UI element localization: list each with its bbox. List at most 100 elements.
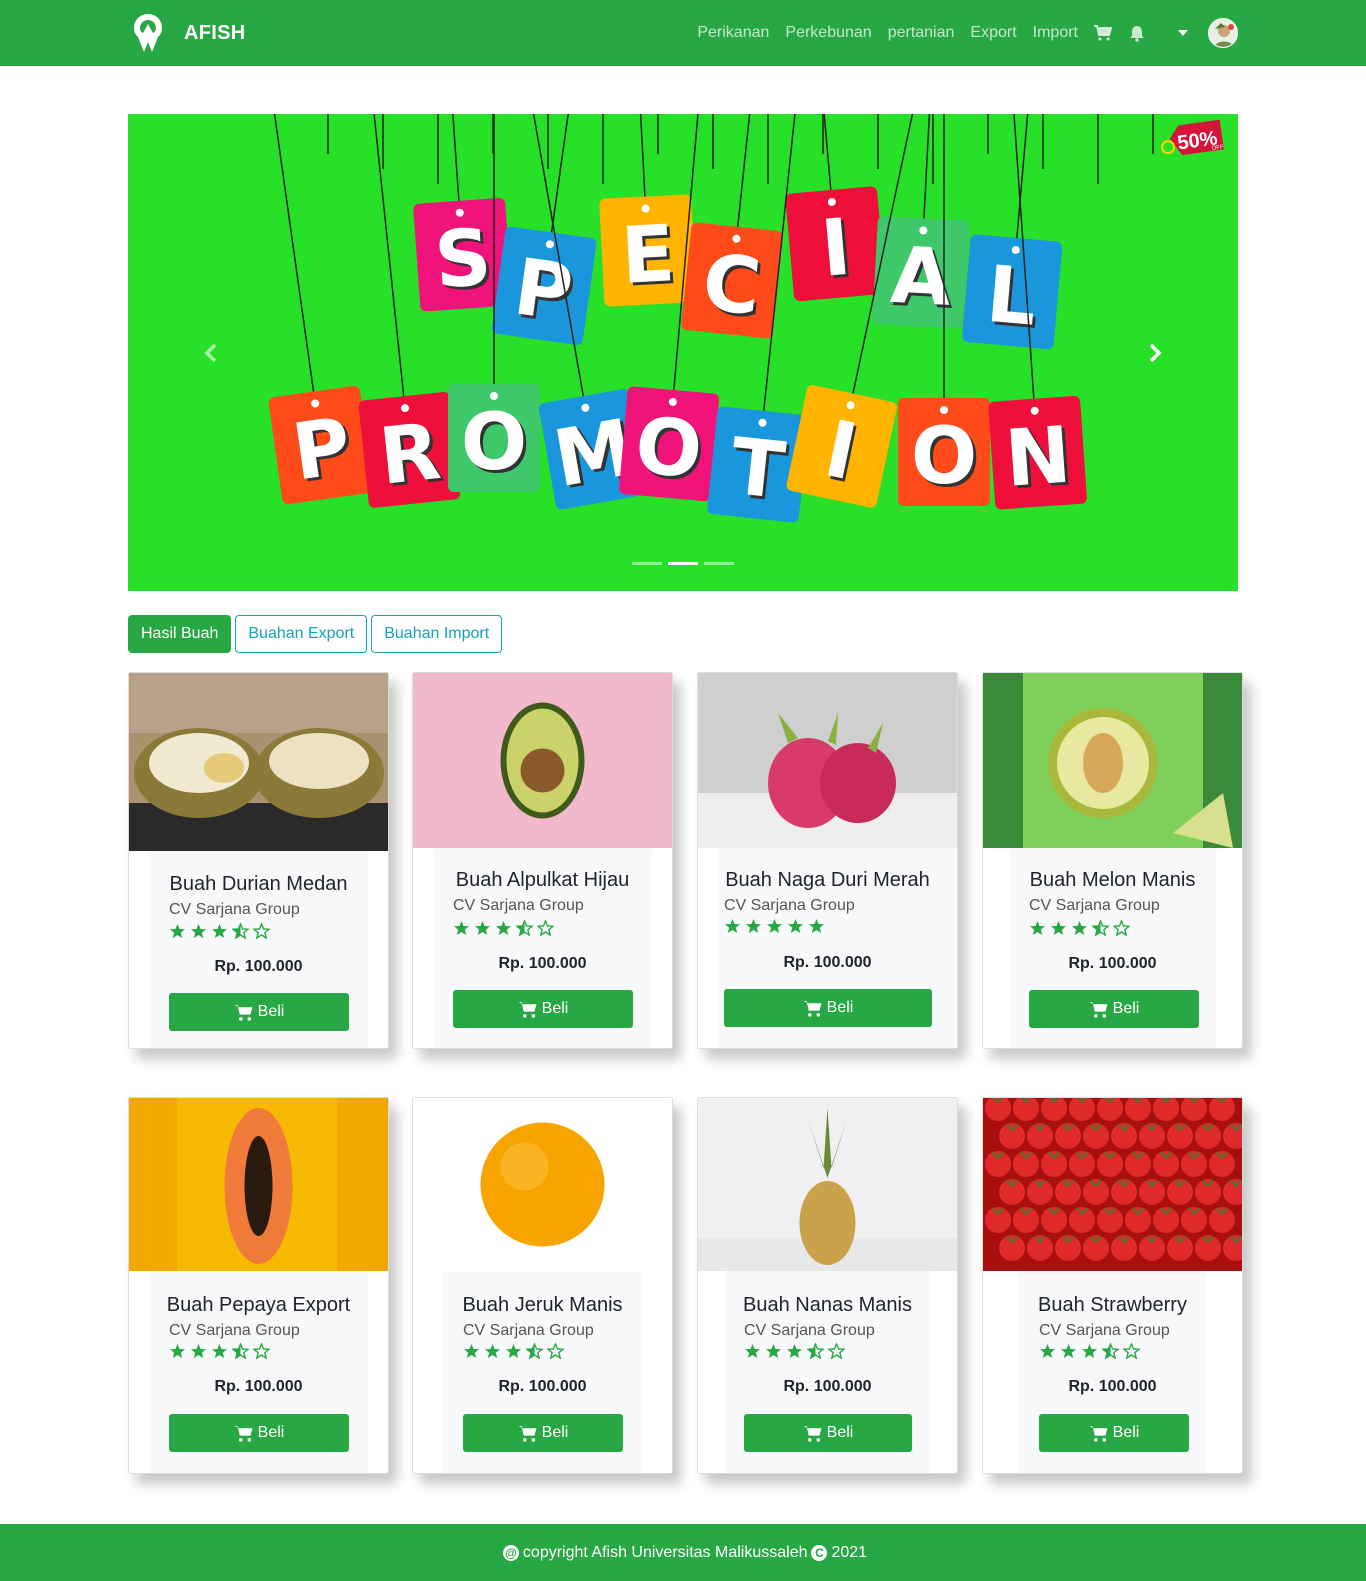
- svg-text:N: N: [1002, 410, 1073, 504]
- product-title: Buah Alpulkat Hijau: [455, 869, 630, 891]
- star-icon: [724, 918, 741, 939]
- svg-text:E: E: [619, 209, 677, 302]
- product-card: Buah Jeruk Manis CV Sarjana Group Rp. 100.…: [412, 1097, 673, 1474]
- brand[interactable]: AFISH: [132, 12, 246, 54]
- product-card: Buah Alpulkat Hijau CV Sarjana Group Rp. 1…: [412, 672, 673, 1049]
- product-seller: CV Sarjana Group: [1039, 1322, 1170, 1339]
- svg-text:C: C: [698, 238, 764, 333]
- product-image: [413, 1098, 672, 1271]
- nav-link-perikanan[interactable]: Perikanan: [697, 24, 769, 42]
- cart-icon: [1089, 1425, 1108, 1442]
- buy-button[interactable]: Beli: [1029, 990, 1199, 1028]
- buy-button[interactable]: Beli: [169, 1414, 349, 1452]
- svg-text:S: S: [432, 213, 494, 307]
- copyright-icon: C: [811, 1544, 828, 1561]
- product-price: Rp. 100.000: [1068, 955, 1157, 972]
- product-card: Buah Melon Manis CV Sarjana Group Rp. 100.…: [982, 672, 1243, 1049]
- star-icon: [190, 1343, 207, 1364]
- buy-button[interactable]: Beli: [744, 1414, 912, 1452]
- filter-hasil-buah-button[interactable]: Hasil Buah: [128, 615, 232, 653]
- cart-icon: [803, 1000, 822, 1017]
- carousel-indicator[interactable]: [704, 562, 734, 565]
- buy-button-label: Beli: [1112, 1424, 1140, 1441]
- star-icon: [536, 919, 555, 941]
- star-icon: [1112, 919, 1131, 941]
- buy-button[interactable]: Beli: [724, 989, 932, 1027]
- star-icon: [252, 922, 271, 944]
- star-icon: [1122, 1342, 1141, 1364]
- product-price: Rp. 100.000: [1068, 1378, 1157, 1395]
- product-title: Buah Melon Manis: [1029, 869, 1196, 891]
- cart-icon[interactable]: [1094, 24, 1112, 42]
- product-price: Rp. 100.000: [214, 958, 303, 975]
- star-icon: [806, 1342, 825, 1364]
- star-icon: [1029, 920, 1046, 941]
- buy-button-label: Beli: [1112, 1000, 1140, 1017]
- svg-text:O: O: [632, 401, 706, 496]
- avatar[interactable]: [1208, 18, 1238, 48]
- footer-year: 2021: [831, 1543, 868, 1561]
- star-icon: [766, 918, 783, 939]
- carousel-indicator[interactable]: [668, 562, 698, 565]
- product-image: [698, 673, 957, 848]
- caret-down-icon[interactable]: [1174, 24, 1192, 42]
- product-price: Rp. 100.000: [783, 1378, 872, 1395]
- buy-button-label: Beli: [826, 999, 854, 1016]
- filter-buahan-export-button[interactable]: Buahan Export: [235, 615, 368, 653]
- product-price: Rp. 100.000: [783, 954, 872, 971]
- star-icon: [231, 1342, 250, 1364]
- chevron-left-icon: [204, 343, 217, 362]
- star-icon: [786, 1343, 803, 1364]
- nav-link-export[interactable]: Export: [970, 24, 1016, 42]
- product-title: Buah Nanas Manis: [743, 1294, 912, 1316]
- star-icon: [1101, 1342, 1120, 1364]
- star-icon: [169, 1343, 186, 1364]
- star-icon: [505, 1343, 522, 1364]
- nav-link-import[interactable]: Import: [1033, 24, 1078, 42]
- product-rating: [744, 1342, 846, 1364]
- nav-link-pertanian[interactable]: pertanian: [888, 24, 955, 42]
- carousel-prev-button[interactable]: [128, 114, 294, 591]
- product-card: Buah Pepaya Export CV Sarjana Group Rp. 10…: [128, 1097, 389, 1474]
- star-icon: [765, 1343, 782, 1364]
- star-icon: [474, 920, 491, 941]
- buy-button-label: Beli: [541, 1000, 569, 1017]
- carousel-next-button[interactable]: [1072, 114, 1238, 591]
- product-card: Buah Durian Medan CV Sarjana Group Rp. 100…: [128, 672, 389, 1049]
- cart-icon: [234, 1425, 253, 1442]
- buy-button[interactable]: Beli: [169, 993, 349, 1031]
- buy-button[interactable]: Beli: [1039, 1414, 1189, 1452]
- carousel-indicator[interactable]: [632, 562, 662, 565]
- product-title: Buah Jeruk Manis: [462, 1294, 623, 1316]
- product-rating: [463, 1342, 565, 1364]
- star-icon: [787, 918, 804, 939]
- product-seller: CV Sarjana Group: [169, 1322, 300, 1339]
- star-icon: [1060, 1343, 1077, 1364]
- special-tag: SS: [413, 114, 512, 312]
- bell-icon[interactable]: [1128, 24, 1146, 42]
- buy-button[interactable]: Beli: [453, 990, 633, 1028]
- star-icon: [744, 1343, 761, 1364]
- product-seller: CV Sarjana Group: [724, 897, 855, 914]
- product-image: [983, 1098, 1242, 1271]
- buy-button[interactable]: Beli: [463, 1414, 623, 1452]
- product-title: Buah Naga Duri Merah: [725, 869, 930, 891]
- chevron-right-icon: [1149, 343, 1162, 362]
- product-rating: [1029, 919, 1131, 941]
- product-rating: [169, 1342, 271, 1364]
- svg-text:O: O: [461, 398, 527, 488]
- star-icon: [1091, 919, 1110, 941]
- filter-buttons: Hasil Buah Buahan Export Buahan Import: [128, 615, 503, 653]
- nav-link-perkebunan[interactable]: Perkebunan: [785, 24, 871, 42]
- svg-text:T: T: [726, 422, 788, 517]
- star-icon: [169, 923, 186, 944]
- product-price: Rp. 100.000: [498, 1378, 587, 1395]
- special-tag: AA: [872, 114, 970, 329]
- product-price: Rp. 100.000: [498, 955, 587, 972]
- brand-name: AFISH: [184, 21, 246, 44]
- footer-text: copyright Afish Universitas Malikussaleh: [522, 1543, 808, 1561]
- navbar: AFISH Perikanan Perkebunan pertanian Exp…: [0, 0, 1366, 66]
- filter-buahan-import-button[interactable]: Buahan Import: [371, 615, 503, 653]
- cart-icon: [518, 1425, 537, 1442]
- product-title: Buah Pepaya Export: [166, 1294, 351, 1316]
